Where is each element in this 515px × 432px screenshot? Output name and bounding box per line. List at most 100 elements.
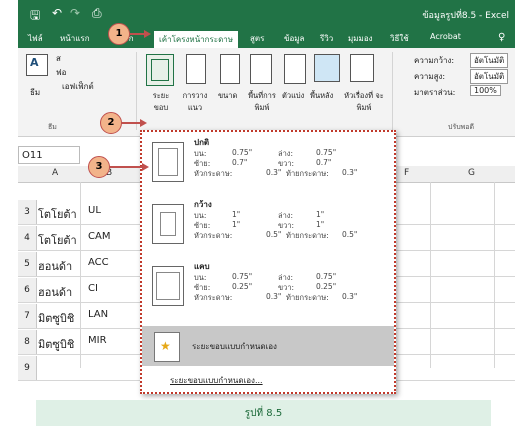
row-number[interactable]: 3 — [18, 200, 37, 224]
print-area-icon[interactable] — [250, 54, 272, 84]
figure-caption: รูปที่ 8.5 — [244, 408, 283, 419]
print-preview-icon[interactable]: ⎙ — [92, 6, 102, 21]
breaks-button[interactable]: ตัวแบ่ง — [282, 90, 304, 102]
right-value: 0.25" — [316, 282, 337, 291]
right-value: 1" — [316, 220, 325, 229]
size-icon[interactable] — [220, 54, 240, 84]
tab-acrobat[interactable]: Acrobat — [430, 32, 461, 41]
height-label: ความสูง: — [414, 72, 446, 81]
cell-a[interactable]: โตโยต้า — [38, 205, 77, 223]
row-number[interactable]: 4 — [18, 226, 37, 250]
custom-last-label: ระยะขอบแบบกำหนดเอง — [192, 342, 277, 351]
top-value: 0.75" — [232, 272, 253, 281]
custom-margins-link[interactable]: ระยะขอบแบบกำหนดเอง... — [170, 374, 263, 387]
gridline — [494, 182, 495, 368]
margin-preview-icon — [152, 204, 184, 244]
orientation-icon[interactable] — [186, 54, 206, 84]
tab-view[interactable]: มุมมอง — [348, 32, 373, 45]
step-badge-3: 3 — [88, 156, 110, 178]
step-badge-2: 2 — [100, 112, 122, 134]
right-value: 0.7" — [316, 158, 332, 167]
theme-colors-button[interactable]: ส — [56, 52, 61, 65]
save-icon[interactable]: 🖫 — [30, 6, 40, 27]
margins-icon[interactable] — [146, 54, 174, 86]
tab-formulas[interactable]: สูตร — [250, 32, 264, 45]
height-select[interactable]: อัตโนมัติ — [470, 69, 509, 84]
cell-b[interactable]: CI — [88, 283, 98, 294]
breaks-icon[interactable] — [284, 54, 306, 84]
tab-data[interactable]: ข้อมูล — [284, 32, 304, 45]
left-value: 1" — [232, 220, 241, 229]
print-area-button[interactable]: พื้นที่การ พิมพ์ — [244, 90, 280, 114]
cell-b[interactable]: UL — [88, 205, 101, 216]
bottom-value: 1" — [316, 210, 325, 219]
undo-icon[interactable]: ↶ — [52, 6, 62, 20]
annotation-arrow — [109, 166, 143, 168]
separator — [392, 52, 393, 130]
footer-label: ท้ายกระดาษ: — [286, 231, 329, 240]
title-bar: 🖫 ↶ ↷ ⎙ ข้อมูลรูปที่8.5 - Excel — [18, 0, 515, 28]
tab-page-layout[interactable]: เค้าโครงหน้ากระดาษ — [154, 31, 239, 48]
figure-caption-bar: รูปที่ 8.5 — [36, 400, 491, 426]
cell-a[interactable]: ฮอนด้า — [38, 257, 72, 275]
margin-option-normal[interactable]: ปกติ บน: 0.75" ล่าง: 0.75" ซ้าย: 0.7" ขว… — [142, 134, 394, 192]
footer-value: 0.3" — [342, 292, 358, 301]
row-number[interactable]: 5 — [18, 252, 37, 276]
themes-label[interactable]: ธีม — [30, 86, 40, 99]
row-number[interactable]: 6 — [18, 278, 37, 302]
redo-icon[interactable]: ↷ — [70, 6, 80, 20]
background-button[interactable]: พื้นหลัง — [310, 90, 333, 102]
tab-home[interactable]: หน้าแรก — [60, 32, 90, 45]
gridline — [80, 182, 81, 368]
header-label: หัวกระดาษ: — [194, 293, 233, 302]
tab-help[interactable]: วิธีใช้ — [390, 32, 409, 45]
size-button[interactable]: ขนาด — [218, 90, 237, 102]
margin-option-narrow[interactable]: แคบ บน: 0.75" ล่าง: 0.75" ซ้าย: 0.25" ขว… — [142, 258, 394, 316]
margin-preview-icon — [152, 266, 184, 306]
column-header-g[interactable]: G — [468, 168, 475, 178]
row-number[interactable]: 7 — [18, 304, 37, 328]
cell-b[interactable]: MIR — [88, 335, 107, 346]
themes-icon[interactable]: A — [26, 54, 48, 76]
ribbon: A ธีม ส ฟอ เอฟเฟ็กต์ ธีม ระยะขอบ การวาง … — [18, 48, 515, 137]
left-value: 0.7" — [232, 158, 248, 167]
print-titles-icon[interactable] — [350, 54, 374, 82]
column-header-a[interactable]: A — [52, 168, 58, 178]
cell-a[interactable]: มิตซูบิชิ — [38, 309, 74, 327]
cell-a[interactable]: ฮอนด้า — [38, 283, 72, 301]
header-value: 0.3" — [266, 292, 282, 301]
margin-option-custom-last[interactable]: ★ ระยะขอบแบบกำหนดเอง — [142, 326, 394, 366]
header-value: 0.5" — [266, 230, 282, 239]
header-label: หัวกระดาษ: — [194, 231, 233, 240]
bottom-value: 0.75" — [316, 272, 337, 281]
background-icon[interactable] — [314, 54, 340, 82]
theme-fonts-button[interactable]: ฟอ — [56, 66, 66, 79]
tab-review[interactable]: รีวิว — [320, 32, 333, 45]
orientation-button[interactable]: การวาง แนว — [178, 90, 212, 114]
tab-file[interactable]: ไฟล์ — [28, 32, 43, 45]
cell-b[interactable]: ACC — [88, 257, 109, 268]
cell-b[interactable]: CAM — [88, 231, 110, 242]
scale-label: มาตราส่วน: — [414, 88, 456, 97]
row-number[interactable]: 9 — [18, 356, 37, 380]
row-number[interactable]: 8 — [18, 330, 37, 354]
annotation-arrowhead — [142, 163, 149, 171]
print-titles-button[interactable]: หัวเรื่องที่ จะพิมพ์ — [344, 90, 384, 114]
scale-input[interactable]: 100% — [470, 85, 501, 96]
annotation-arrow — [129, 33, 145, 35]
scale-group-label: ปรับพอดี — [448, 123, 475, 131]
margin-option-wide[interactable]: กว้าง บน: 1" ล่าง: 1" ซ้าย: 1" ขวา: 1" ห… — [142, 196, 394, 254]
annotation-arrowhead — [144, 30, 151, 38]
name-box[interactable]: O11 — [18, 146, 80, 164]
ribbon-tabs: ไฟล์ หน้าแรก แทรก เค้าโครงหน้ากระดาษ สูต… — [18, 28, 515, 48]
footer-label: ท้ายกระดาษ: — [286, 293, 329, 302]
cell-a[interactable]: มิตซูบิชิ — [38, 335, 74, 353]
margins-button[interactable]: ระยะขอบ — [146, 90, 176, 114]
window-title: ข้อมูลรูปที่8.5 - Excel — [422, 11, 509, 21]
lightbulb-icon[interactable]: ♀ — [498, 32, 505, 43]
cell-a[interactable]: โตโยต้า — [38, 231, 77, 249]
column-header-f[interactable]: F — [404, 168, 409, 178]
width-select[interactable]: อัตโนมัติ — [470, 53, 509, 68]
theme-effects-button[interactable]: เอฟเฟ็กต์ — [62, 80, 94, 93]
cell-b[interactable]: LAN — [88, 309, 108, 320]
